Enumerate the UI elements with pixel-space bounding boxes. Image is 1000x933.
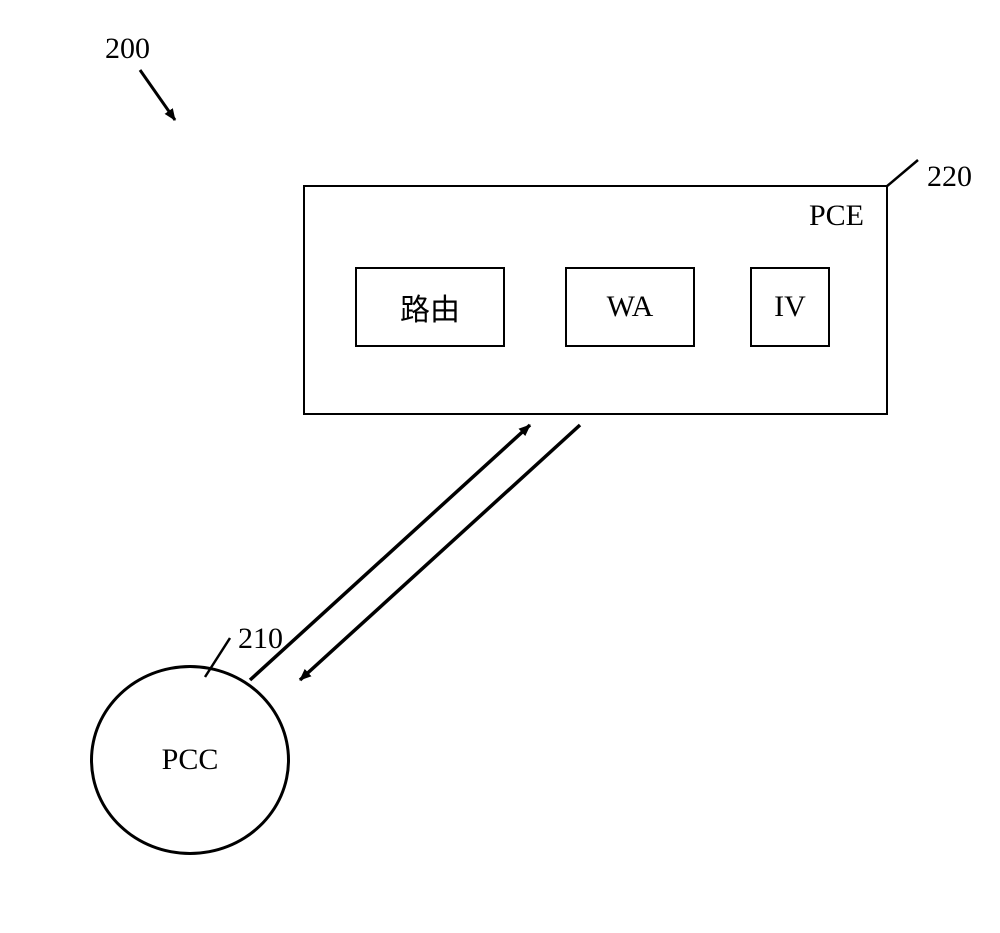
pcc-label: PCC <box>162 743 219 777</box>
figure-ref-200: 200 <box>105 32 150 66</box>
pce-routing-label: 路由 <box>400 285 460 329</box>
arrow-pce-to-pcc <box>300 425 580 680</box>
arrow-pcc-to-pce <box>250 425 530 680</box>
arrow-200 <box>140 70 175 120</box>
diagram-canvas: 200 220 210 PCE 路由 WA IV PCC <box>0 0 1000 933</box>
pcc-node: PCC <box>90 665 290 855</box>
leader-220 <box>886 160 918 187</box>
pce-iv-box: IV <box>750 267 830 347</box>
pce-title: PCE <box>809 199 864 233</box>
pce-routing-box: 路由 <box>355 267 505 347</box>
figure-ref-210: 210 <box>238 622 283 656</box>
pce-wa-box: WA <box>565 267 695 347</box>
pce-wa-label: WA <box>607 290 654 324</box>
pce-container: PCE 路由 WA IV <box>303 185 888 415</box>
pce-iv-label: IV <box>774 290 806 324</box>
figure-ref-220: 220 <box>927 160 972 194</box>
